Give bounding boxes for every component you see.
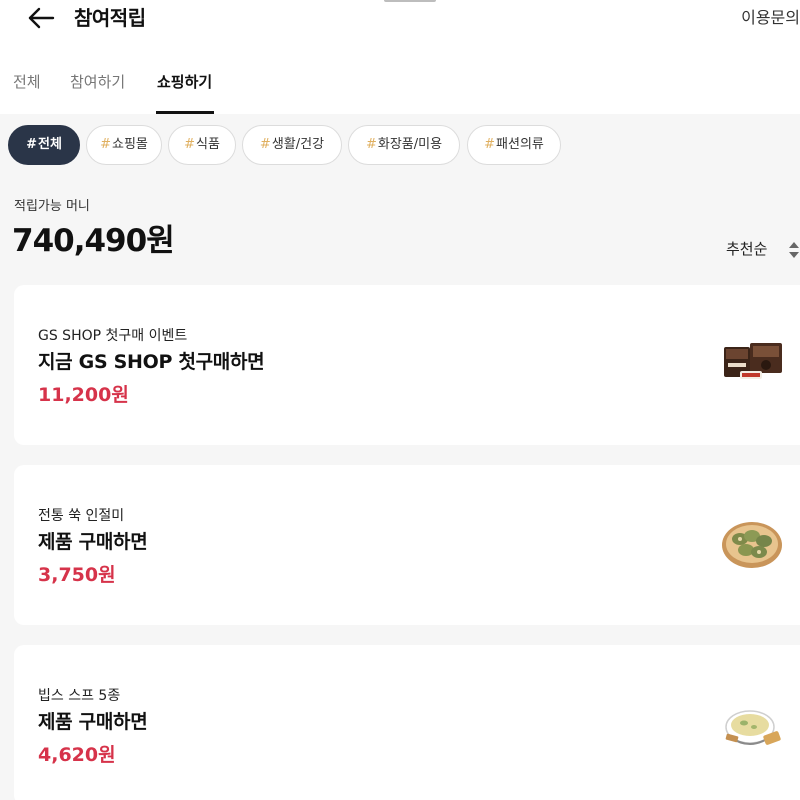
status-notch xyxy=(384,0,436,2)
offer-subtitle: 빕스 스프 5종 xyxy=(38,688,121,704)
offer-subtitle: GS SHOP 첫구매 이벤트 xyxy=(38,328,188,344)
brownie-box-image xyxy=(724,343,782,379)
offer-card[interactable]: 빕스 스프 5종 제품 구매하면 4,620원 xyxy=(14,645,800,800)
page: 참여적립 이용문의 전체 참여하기 쇼핑하기 #전체 #쇼핑몰 #식품 #생활/… xyxy=(0,0,800,800)
offer-reward: 4,620원 xyxy=(38,744,116,766)
tab-bar: 전체 참여하기 쇼핑하기 xyxy=(0,62,800,114)
hash-icon: # xyxy=(484,137,496,152)
offer-title: 지금 GS SHOP 첫구매하면 xyxy=(38,351,265,373)
hash-icon: # xyxy=(100,137,111,152)
hash-icon: # xyxy=(26,137,37,152)
soup-bowl-image xyxy=(725,710,781,745)
arrow-left-icon xyxy=(28,7,55,29)
offer-title: 제품 구매하면 xyxy=(38,711,148,733)
offer-title: 제품 구매하면 xyxy=(38,531,148,553)
chip-label: 생활/건강 xyxy=(271,137,325,152)
offer-card[interactable]: GS SHOP 첫구매 이벤트 지금 GS SHOP 첫구매하면 11,200원 xyxy=(14,285,800,445)
offer-subtitle: 전통 쑥 인절미 xyxy=(38,508,125,524)
offer-card[interactable]: 전통 쑥 인절미 제품 구매하면 3,750원 xyxy=(14,465,800,625)
hash-icon: # xyxy=(365,137,377,152)
tab-all[interactable]: 전체 xyxy=(13,70,41,94)
sort-updown-icon[interactable] xyxy=(788,241,800,259)
chip-shopping-mall[interactable]: #쇼핑몰 xyxy=(86,125,162,165)
hash-icon: # xyxy=(184,137,195,152)
back-button[interactable] xyxy=(26,4,56,32)
chip-living-health[interactable]: #생활/건강 xyxy=(242,125,342,165)
help-link[interactable]: 이용문의 xyxy=(741,6,800,30)
chip-label: 쇼핑몰 xyxy=(112,137,148,152)
category-chip-row: #전체 #쇼핑몰 #식품 #생활/건강 #화장품/미용 #패션의류 xyxy=(0,114,800,178)
chip-label: 식품 xyxy=(195,137,220,152)
page-title: 참여적립 xyxy=(74,6,146,30)
sort-dropdown[interactable]: 추천순 xyxy=(726,238,767,260)
app-header: 참여적립 이용문의 xyxy=(0,0,800,62)
chip-label: 화장품/미용 xyxy=(377,137,443,152)
chip-label: 패션의류 xyxy=(496,137,544,152)
rice-cake-image xyxy=(722,522,782,568)
chip-fashion[interactable]: #패션의류 xyxy=(467,125,561,165)
offer-reward: 11,200원 xyxy=(38,384,129,406)
chip-cosmetics-beauty[interactable]: #화장품/미용 xyxy=(348,125,460,165)
offer-reward: 3,750원 xyxy=(38,564,116,586)
balance-amount: 740,490원 xyxy=(12,223,175,259)
chip-food[interactable]: #식품 xyxy=(168,125,236,165)
chip-label: 전체 xyxy=(37,137,62,152)
tab-participate[interactable]: 참여하기 xyxy=(70,70,125,94)
hash-icon: # xyxy=(259,137,271,152)
chip-all[interactable]: #전체 xyxy=(8,125,80,165)
tab-shopping[interactable]: 쇼핑하기 xyxy=(157,70,212,94)
balance-label: 적립가능 머니 xyxy=(14,199,90,214)
